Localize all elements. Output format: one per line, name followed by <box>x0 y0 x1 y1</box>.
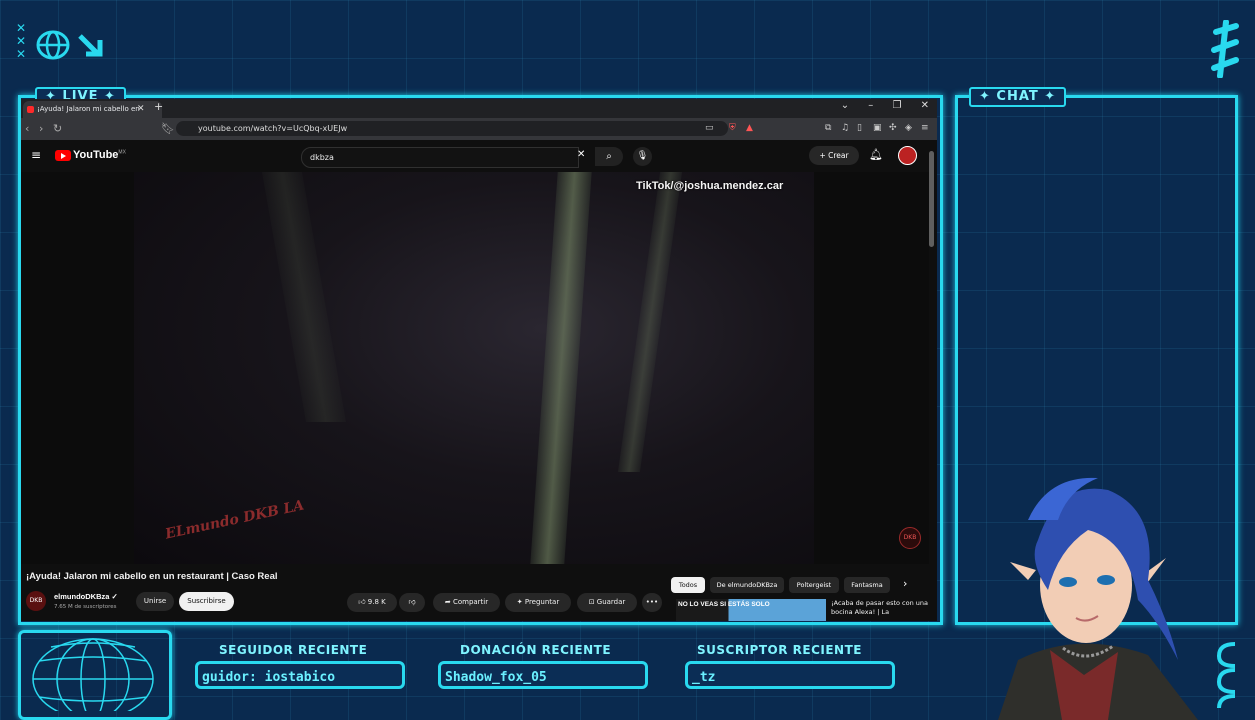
youtube-favicon-icon <box>27 106 34 113</box>
channel-name[interactable]: elmundoDKBza ✓ <box>54 592 118 601</box>
rewards-icon[interactable]: ▲ <box>746 123 753 133</box>
puzzle-icon[interactable]: ✣ <box>889 123 897 133</box>
chip-poltergeist[interactable]: Poltergeist <box>789 577 839 593</box>
hamburger-menu-icon[interactable]: ≡ <box>31 148 41 162</box>
chip-todos[interactable]: Todos <box>671 577 705 593</box>
channel-subscribers: 7.65 M de suscriptores <box>54 604 117 610</box>
channel-watermark-logo[interactable]: DKB <box>899 527 921 549</box>
recent-follower-value: guidor: iostabico <box>195 661 405 689</box>
recent-donation-value: Shadow_fox_05 <box>438 661 648 689</box>
decor-x-marks: ✕ ✕ ✕ <box>16 21 27 61</box>
save-button[interactable]: ⊡ Guardar <box>577 593 637 612</box>
chips-next-icon[interactable]: › <box>903 577 907 590</box>
video-title: ¡Ayuda! Jalaron mi cabello en un restaur… <box>26 571 278 582</box>
video-streak <box>617 172 683 472</box>
close-window-icon[interactable]: ✕ <box>921 100 929 111</box>
chip-channel[interactable]: De elmundoDKBza <box>710 577 784 593</box>
globe-panel <box>18 630 172 720</box>
video-overlay-text: TikTok/@joshua.mendez.car <box>636 180 784 192</box>
back-icon[interactable]: ‹ <box>25 122 29 135</box>
create-button[interactable]: + Crear <box>809 146 859 165</box>
tab-title: ¡Ayuda! Jalaron mi cabello en <box>37 105 140 113</box>
youtube-play-icon <box>55 149 71 161</box>
video-player[interactable]: TikTok/@joshua.mendez.car ELmundo DKB LA <box>134 172 814 564</box>
reload-icon[interactable]: ↻ <box>53 122 62 135</box>
clear-search-icon[interactable]: ✕ <box>577 149 585 160</box>
menu-icon[interactable]: ≡ <box>921 123 929 133</box>
share-button[interactable]: ➦ Compartir <box>433 593 500 612</box>
like-button[interactable]: 👍︎ 9.8 K <box>347 593 397 612</box>
notifications-bell-icon[interactable]: 🔔︎ <box>869 148 883 161</box>
video-streak <box>530 172 592 564</box>
video-right-bar <box>814 172 929 564</box>
youtube-logo[interactable]: YouTubeMX <box>55 149 126 161</box>
browser-tab[interactable]: ¡Ayuda! Jalaron mi cabello en ✕ <box>23 101 162 118</box>
video-streak <box>261 172 347 422</box>
mic-icon[interactable]: 🎙︎ <box>633 147 652 166</box>
ask-button[interactable]: ✦ Preguntar <box>505 593 571 612</box>
recent-follower-heading: SEGUIDOR RECIENTE <box>219 643 368 657</box>
scrollbar[interactable] <box>929 151 934 247</box>
music-icon[interactable]: ♫ <box>841 123 849 133</box>
window-controls: ⌄ – ❐ ✕ <box>825 100 929 111</box>
account-avatar[interactable] <box>898 146 917 165</box>
minimize-icon[interactable]: – <box>868 100 873 111</box>
tab-close-icon[interactable]: ✕ <box>137 101 145 118</box>
sidebar-icon[interactable]: ▯ <box>857 123 862 133</box>
arrow-down-right-icon <box>78 34 103 57</box>
wallet-icon[interactable]: ▣ <box>873 123 882 133</box>
video-left-bar <box>21 172 134 564</box>
tab-search-icon[interactable]: ⌄ <box>841 100 849 111</box>
extensions-icon[interactable]: ⧉ <box>825 123 831 133</box>
chat-label: ✦ CHAT ✦ <box>969 87 1067 107</box>
search-icon[interactable]: ⌕ <box>595 147 623 166</box>
dislike-icon[interactable]: 👎︎ <box>399 593 425 612</box>
browser-window: ¡Ayuda! Jalaron mi cabello en ✕ + ⌄ – ❐ … <box>21 99 937 621</box>
subscribe-button[interactable]: Suscribirse <box>179 592 234 611</box>
video-watermark: ELmundo DKB LA <box>163 497 306 543</box>
cast-icon[interactable]: ▭ <box>705 123 714 133</box>
corner-deco-icon <box>1216 642 1236 709</box>
recommended-thumbnail[interactable]: NO LO VEAS SI ESTÁS SOLO <box>676 599 826 621</box>
vpn-icon[interactable]: ◈ <box>905 123 912 133</box>
recommended-title[interactable]: ¡Acaba de pasar esto con una bocina Alex… <box>831 599 931 617</box>
join-button[interactable]: Unirse <box>136 592 174 611</box>
globe-icon <box>36 30 70 60</box>
channel-avatar[interactable]: DKB <box>26 591 46 611</box>
wireframe-globe-icon <box>32 638 154 720</box>
recent-donation-heading: DONACIÓN RECIENTE <box>460 643 612 657</box>
new-tab-icon[interactable]: + <box>154 100 163 113</box>
more-actions-button[interactable]: ••• <box>642 593 662 612</box>
brave-shield-icon[interactable]: ⛨ <box>729 123 736 133</box>
url-field[interactable]: youtube.com/watch?v=UcQbq-xUEJw <box>176 121 728 136</box>
forward-icon[interactable]: › <box>39 122 43 135</box>
youtube-header: ≡ YouTubeMX dkbza ✕ ⌕ 🎙︎ + Crear 🔔︎ <box>21 140 937 172</box>
chip-fantasma[interactable]: Fantasma <box>844 577 890 593</box>
recent-subscriber-heading: SUSCRIPTOR RECIENTE <box>697 643 862 657</box>
address-bar: ‹ › ↻ 🔖︎ youtube.com/watch?v=UcQbq-xUEJw… <box>21 118 937 140</box>
maximize-icon[interactable]: ❐ <box>892 100 901 111</box>
bookmark-icon[interactable]: 🔖︎ <box>161 122 175 135</box>
vtuber-avatar <box>998 477 1198 720</box>
hashtag-deco-icon <box>1211 20 1239 78</box>
tab-bar: ¡Ayuda! Jalaron mi cabello en ✕ + ⌄ – ❐ … <box>21 99 937 118</box>
search-input[interactable]: dkbza <box>301 147 579 168</box>
recent-subscriber-value: _tz <box>685 661 895 689</box>
